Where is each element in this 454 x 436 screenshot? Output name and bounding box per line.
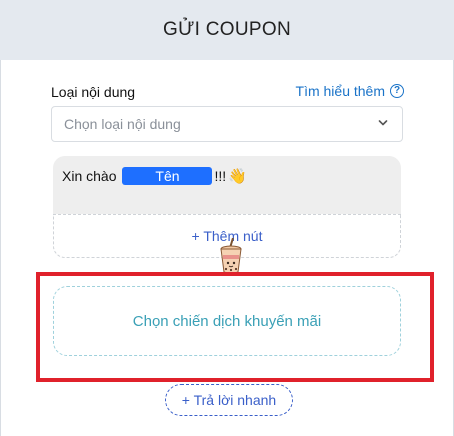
greeting-text[interactable]: Xin chào Tên !!! 👋 xyxy=(62,167,247,185)
learn-more-link[interactable]: Tìm hiểu thêm ? xyxy=(296,83,404,99)
question-circle-icon: ? xyxy=(390,84,404,98)
greeting-prefix: Xin chào xyxy=(62,168,117,184)
header: GỬI COUPON xyxy=(0,0,454,60)
quick-reply-button[interactable]: + Trả lời nhanh xyxy=(165,384,293,416)
quick-reply-label: + Trả lời nhanh xyxy=(181,392,277,408)
content-type-select[interactable]: Chọn loại nội dung xyxy=(51,106,403,142)
campaign-placeholder: Chọn chiến dịch khuyến mãi xyxy=(132,312,322,330)
name-tag[interactable]: Tên xyxy=(122,167,213,185)
content-type-label: Loại nội dung xyxy=(51,84,136,100)
learn-more-label: Tìm hiểu thêm xyxy=(295,83,385,99)
chevron-down-icon xyxy=(378,120,388,126)
bubble-tea-mascot-icon xyxy=(220,238,242,274)
page-title: GỬI COUPON xyxy=(163,19,291,40)
campaign-select-button[interactable]: Chọn chiến dịch khuyến mãi xyxy=(53,286,401,356)
greeting-suffix: !!! xyxy=(214,168,227,184)
waving-hand-icon: 👋 xyxy=(228,168,247,185)
select-placeholder: Chọn loại nội dung xyxy=(64,116,181,132)
